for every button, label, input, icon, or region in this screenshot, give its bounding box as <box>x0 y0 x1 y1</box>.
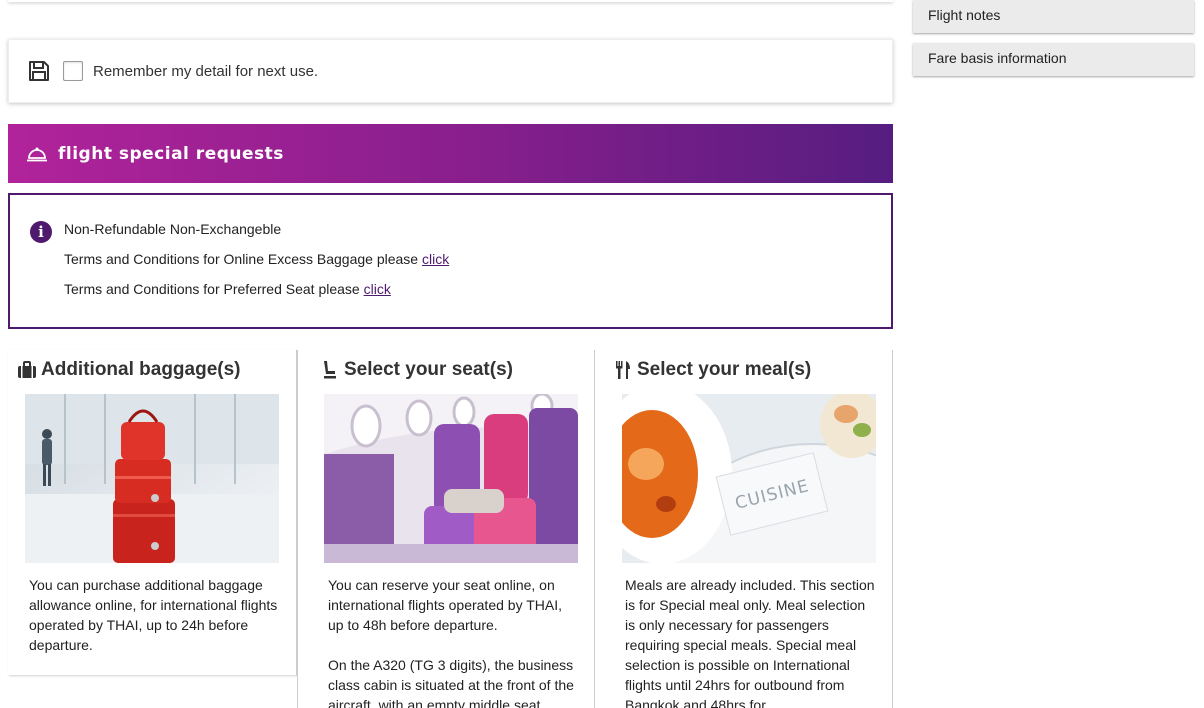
info-icon: i <box>30 221 52 243</box>
baggage-terms-text: Terms and Conditions for Online Excess B… <box>64 251 422 267</box>
meal-image: CUISINE <box>622 394 876 563</box>
seat-card-title: Select your seat(s) <box>344 359 513 380</box>
seat-icon <box>320 360 340 380</box>
special-requests-banner: flight special requests <box>8 124 893 183</box>
sidebar-item-flight-notes[interactable]: Flight notes <box>913 0 1194 33</box>
sidebar-item-label: Flight notes <box>928 7 1001 23</box>
seat-card-header: Select your seat(s) <box>320 359 513 381</box>
meal-card-header: Select your meal(s) <box>613 359 811 381</box>
baggage-terms-line: Terms and Conditions for Online Excess B… <box>64 251 449 267</box>
seat-terms-line: Terms and Conditions for Preferred Seat … <box>64 281 391 297</box>
sidebar-item-fare-basis[interactable]: Fare basis information <box>913 43 1194 76</box>
meal-description: Meals are already included. This section… <box>625 575 875 708</box>
seat-terms-link[interactable]: click <box>364 281 391 297</box>
remember-label: Remember my detail for next use. <box>93 62 319 80</box>
baggage-terms-link[interactable]: click <box>422 251 449 267</box>
info-notice-box: i Non-Refundable Non-Exchangeble Terms a… <box>8 193 893 329</box>
baggage-card-title: Additional baggage(s) <box>41 359 241 380</box>
meal-card[interactable]: Select your meal(s) CUISINE Meals are al <box>595 350 893 708</box>
seat-terms-text: Terms and Conditions for Preferred Seat … <box>64 281 364 297</box>
suitcase-icon <box>17 360 37 380</box>
save-icon <box>27 59 51 83</box>
seat-a320-text: On the A320 (TG 3 digits), the business … <box>328 657 574 708</box>
utensils-icon <box>613 360 633 380</box>
seat-image <box>324 394 578 563</box>
seat-description: You can reserve your seat online, on int… <box>328 575 578 708</box>
previous-card-edge <box>8 0 893 2</box>
non-refundable-notice: Non-Refundable Non-Exchangeble <box>64 221 282 237</box>
service-bell-icon <box>26 143 48 165</box>
meal-card-title: Select your meal(s) <box>637 359 812 380</box>
baggage-image <box>25 394 279 563</box>
service-cards: Additional baggage(s) You can purchase a… <box>8 350 894 708</box>
seat-description-text: You can reserve your seat online, on int… <box>328 577 562 633</box>
sidebar-item-label: Fare basis information <box>928 50 1067 66</box>
baggage-description-text: You can purchase additional baggage allo… <box>29 577 278 653</box>
remember-details-card: Remember my detail for next use. <box>8 39 893 103</box>
baggage-description: You can purchase additional baggage allo… <box>29 575 279 655</box>
seat-card[interactable]: Select your seat(s) You can reserve your… <box>297 350 595 708</box>
baggage-card[interactable]: Additional baggage(s) You can purchase a… <box>8 350 297 675</box>
baggage-card-header: Additional baggage(s) <box>17 359 241 381</box>
banner-title: flight special requests <box>58 143 284 164</box>
remember-checkbox[interactable] <box>63 61 83 81</box>
meal-description-text: Meals are already included. This section… <box>625 577 875 708</box>
